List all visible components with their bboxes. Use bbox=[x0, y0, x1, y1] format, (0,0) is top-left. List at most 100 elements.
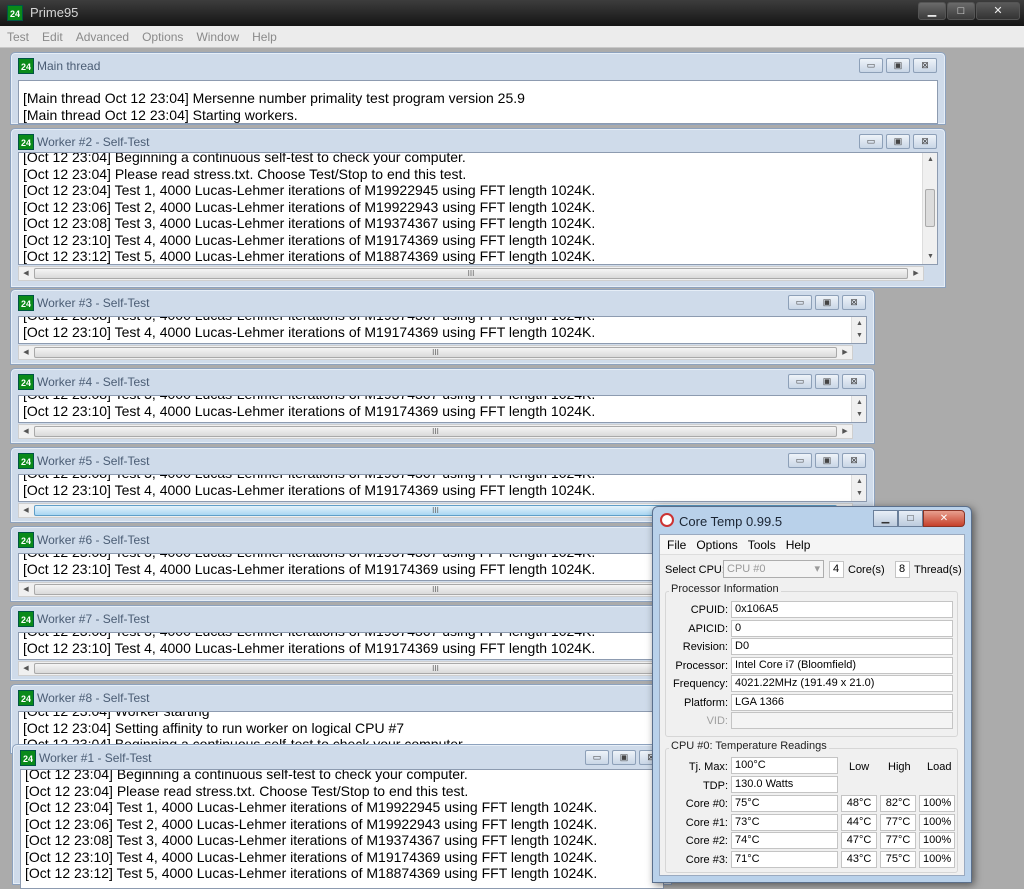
worker-3-window: 24 Worker #3 - Self-Test ▭ ▣ ⊠ [Oct 12 2… bbox=[10, 289, 875, 365]
worker-2-horizontal-scrollbar[interactable]: ◀ III ▶ bbox=[18, 266, 924, 281]
menu-advanced[interactable]: Advanced bbox=[69, 26, 135, 44]
worker-3-horizontal-scrollbar[interactable]: ◀ III ▶ bbox=[18, 345, 853, 360]
worker-4-titlebar[interactable]: 24 Worker #4 - Self-Test ▭ ▣ ⊠ bbox=[11, 369, 874, 393]
scroll-left-icon[interactable]: ◀ bbox=[19, 346, 33, 359]
worker-1-titlebar[interactable]: 24 Worker #1 - Self-Test ▭ ▣ ⊠ bbox=[13, 745, 671, 769]
revision-value: D0 bbox=[731, 638, 953, 655]
scroll-right-icon[interactable]: ▶ bbox=[909, 267, 923, 280]
worker-3-titlebar[interactable]: 24 Worker #3 - Self-Test ▭ ▣ ⊠ bbox=[11, 290, 874, 314]
main-thread-minimize-button[interactable]: ▭ bbox=[859, 58, 883, 73]
main-thread-title: Main thread bbox=[37, 59, 101, 73]
scroll-thumb[interactable] bbox=[925, 189, 935, 227]
core-2-low: 47°C bbox=[841, 832, 877, 850]
app-minimize-button[interactable]: ▁ bbox=[918, 2, 946, 20]
worker-3-restore-button[interactable]: ▣ bbox=[815, 295, 839, 310]
main-thread-restore-button[interactable]: ▣ bbox=[886, 58, 910, 73]
core-2-load: 100% bbox=[919, 832, 955, 850]
core-0-label: Core #0: bbox=[685, 798, 728, 810]
menu-test[interactable]: Test bbox=[0, 26, 35, 44]
worker-2-minimize-button[interactable]: ▭ bbox=[859, 134, 883, 149]
scroll-thumb[interactable]: III bbox=[34, 426, 837, 437]
coretemp-maximize-button[interactable]: □ bbox=[898, 510, 923, 527]
menu-edit[interactable]: Edit bbox=[35, 26, 69, 44]
select-cpu-dropdown[interactable]: CPU #0 ▾ bbox=[723, 560, 824, 578]
main-thread-titlebar[interactable]: 24 Main thread ▭ ▣ ⊠ bbox=[11, 53, 945, 77]
log-line: [Oct 12 23:12] Test 5, 4000 Lucas-Lehmer… bbox=[23, 248, 596, 264]
worker-2-titlebar[interactable]: 24 Worker #2 - Self-Test ▭ ▣ ⊠ bbox=[11, 129, 945, 153]
worker-4-title: Worker #4 - Self-Test bbox=[37, 375, 150, 389]
scroll-up-icon[interactable]: ▲ bbox=[923, 153, 937, 167]
worker-5-close-button[interactable]: ⊠ bbox=[842, 453, 866, 468]
worker-4-restore-button[interactable]: ▣ bbox=[815, 374, 839, 389]
coretemp-menu-help[interactable]: Help bbox=[786, 535, 816, 552]
worker-5-restore-button[interactable]: ▣ bbox=[815, 453, 839, 468]
scroll-left-icon[interactable]: ◀ bbox=[19, 425, 33, 438]
prime95-icon: 24 bbox=[18, 134, 34, 150]
worker-5-vertical-scrollbar[interactable]: ▲ ▼ bbox=[851, 475, 866, 501]
scroll-down-icon[interactable]: ▼ bbox=[852, 329, 866, 343]
worker-5-titlebar[interactable]: 24 Worker #5 - Self-Test ▭ ▣ ⊠ bbox=[11, 448, 874, 472]
worker-4-minimize-button[interactable]: ▭ bbox=[788, 374, 812, 389]
processor-info-title: Processor Information bbox=[669, 583, 781, 595]
worker-5-minimize-button[interactable]: ▭ bbox=[788, 453, 812, 468]
scroll-right-icon[interactable]: ▶ bbox=[838, 346, 852, 359]
worker-2-vertical-scrollbar[interactable]: ▲ ▼ bbox=[922, 153, 937, 264]
worker-4-close-button[interactable]: ⊠ bbox=[842, 374, 866, 389]
worker-3-title: Worker #3 - Self-Test bbox=[37, 296, 150, 310]
scroll-thumb[interactable]: III bbox=[34, 268, 908, 279]
coretemp-menu-tools[interactable]: Tools bbox=[748, 535, 781, 552]
worker-2-log-lines: [Oct 12 23:04] Beginning a continuous se… bbox=[23, 152, 921, 264]
coretemp-minimize-button[interactable]: ▁ bbox=[873, 510, 898, 527]
menu-options[interactable]: Options bbox=[135, 26, 189, 44]
threads-count: 8 bbox=[895, 561, 910, 578]
scroll-down-icon[interactable]: ▼ bbox=[852, 487, 866, 501]
main-thread-close-button[interactable]: ⊠ bbox=[913, 58, 937, 73]
scroll-right-icon[interactable]: ▶ bbox=[838, 425, 852, 438]
worker-2-restore-button[interactable]: ▣ bbox=[886, 134, 910, 149]
worker-1-title: Worker #1 - Self-Test bbox=[39, 751, 152, 765]
coretemp-close-button[interactable]: ✕ bbox=[923, 510, 965, 527]
coretemp-menu-options[interactable]: Options bbox=[696, 535, 742, 552]
cpuid-label: CPUID: bbox=[690, 604, 728, 616]
scroll-left-icon[interactable]: ◀ bbox=[19, 583, 33, 596]
worker-8-title: Worker #8 - Self-Test bbox=[37, 691, 150, 705]
worker-1-minimize-button[interactable]: ▭ bbox=[585, 750, 609, 765]
log-line: [Main thread Oct 12 23:04] Mersenne numb… bbox=[23, 90, 525, 106]
worker-4-vertical-scrollbar[interactable]: ▲ ▼ bbox=[851, 396, 866, 422]
core-2-label: Core #2: bbox=[685, 835, 728, 848]
app-close-button[interactable]: ✕ bbox=[976, 2, 1020, 20]
log-line: [Oct 12 23:04] Beginning a continuous se… bbox=[23, 152, 466, 165]
coretemp-titlebar[interactable]: Core Temp 0.99.5 ▁ □ ✕ bbox=[653, 507, 971, 534]
menu-help[interactable]: Help bbox=[245, 26, 283, 44]
low-header: Low bbox=[849, 761, 870, 773]
worker-3-close-button[interactable]: ⊠ bbox=[842, 295, 866, 310]
core-1-temp: 73°C bbox=[731, 813, 838, 831]
log-line: [Main thread Oct 12 23:04] Starting work… bbox=[23, 106, 298, 123]
core-3-high: 75°C bbox=[880, 851, 916, 869]
core-0-low: 48°C bbox=[841, 795, 877, 812]
threads-label: Thread(s) bbox=[914, 564, 962, 576]
worker-1-restore-button[interactable]: ▣ bbox=[612, 750, 636, 765]
app-maximize-button[interactable]: □ bbox=[947, 2, 975, 20]
worker-2-log: [Oct 12 23:04] Beginning a continuous se… bbox=[18, 152, 938, 265]
worker-3-minimize-button[interactable]: ▭ bbox=[788, 295, 812, 310]
scroll-left-icon[interactable]: ◀ bbox=[19, 504, 33, 517]
log-line: [Oct 12 23:08] Test 3, 4000 Lucas-Lehmer… bbox=[23, 475, 850, 482]
prime95-icon: 24 bbox=[18, 611, 34, 627]
main-thread-log-lines: [Main thread Oct 12 23:04] Mersenne numb… bbox=[23, 90, 921, 123]
scroll-left-icon[interactable]: ◀ bbox=[19, 267, 33, 280]
worker-2-close-button[interactable]: ⊠ bbox=[913, 134, 937, 149]
core-2-high: 77°C bbox=[880, 832, 916, 850]
menu-window[interactable]: Window bbox=[189, 26, 245, 44]
worker-4-horizontal-scrollbar[interactable]: ◀ III ▶ bbox=[18, 424, 853, 439]
log-line: [Oct 12 23:10] Test 4, 4000 Lucas-Lehmer… bbox=[23, 481, 596, 498]
scroll-down-icon[interactable]: ▼ bbox=[852, 408, 866, 422]
log-line: [Oct 12 23:08] Test 3, 4000 Lucas-Lehmer… bbox=[23, 317, 850, 324]
worker-3-vertical-scrollbar[interactable]: ▲ ▼ bbox=[851, 317, 866, 343]
scroll-thumb[interactable]: III bbox=[34, 347, 837, 358]
scroll-down-icon[interactable]: ▼ bbox=[923, 250, 937, 264]
prime95-icon: 24 bbox=[18, 453, 34, 469]
coretemp-menu-file[interactable]: File bbox=[667, 535, 691, 552]
scroll-left-icon[interactable]: ◀ bbox=[19, 662, 33, 675]
apicid-label: APICID: bbox=[688, 622, 728, 635]
